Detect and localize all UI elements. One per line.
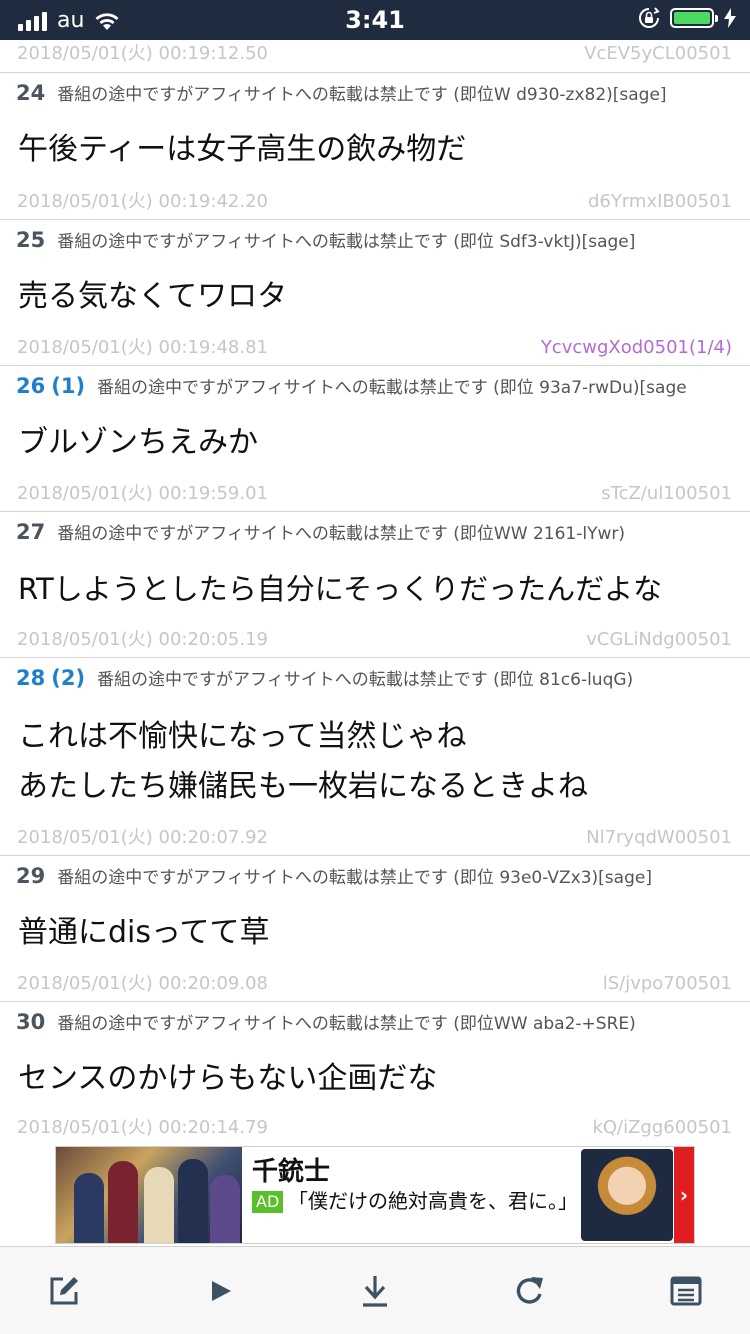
post-number[interactable]: 24	[16, 81, 45, 105]
post-item[interactable]: 26 (1) 番組の途中ですがアフィサイトへの転載は禁止です (即位 93a7-rw…	[0, 366, 750, 512]
post-item[interactable]: 29 番組の途中ですがアフィサイトへの転載は禁止です (即位 93e0-VZx3)…	[0, 856, 750, 1002]
post-body-line: センスのかけらもない企画だな	[18, 1061, 438, 1096]
post-footer: 2018/05/01(火) 00:20:07.92 Nl7ryqdW00501	[0, 821, 750, 855]
post-header: 27 番組の途中ですがアフィサイトへの転載は禁止です (即位WW 2161-lYw…	[0, 512, 750, 552]
post-user-id[interactable]: vCGLiNdg00501	[586, 623, 732, 657]
post-footer: 2018/05/01(火) 00:19:48.81 YcvcwgXod0501(…	[0, 331, 750, 365]
post-body: ブルゾンちえみか	[0, 418, 750, 468]
post-item[interactable]: 27 番組の途中ですがアフィサイトへの転載は禁止です (即位WW 2161-lYw…	[0, 512, 750, 658]
menu-list-icon	[670, 1276, 702, 1306]
post-partial: 2018/05/01(火) 00:19:12.50 VcEV5yCL00501	[0, 40, 750, 73]
ad-tagline: 「僕だけの絶対高貴を、君に。」	[288, 1189, 578, 1213]
compose-button[interactable]	[44, 1271, 84, 1311]
post-body-line: あたしたち嫌儲民も一枚岩になるときよね	[18, 769, 588, 804]
post-author-name: 番組の途中ですがアフィサイトへの転載は禁止です (即位 93e0-VZx3)[s…	[57, 868, 652, 888]
post-author-name: 番組の途中ですがアフィサイトへの転載は禁止です (即位WW aba2-+SRE)	[57, 1014, 636, 1034]
post-body: 午後ティーは女子高生の飲み物だ	[0, 125, 750, 175]
post-item[interactable]: 25 番組の途中ですがアフィサイトへの転載は禁止です (即位 Sdf3-vktJ)…	[0, 220, 750, 366]
post-user-id[interactable]: d6YrmxIB00501	[588, 185, 732, 219]
menu-list-button[interactable]	[666, 1271, 706, 1311]
status-right	[638, 7, 736, 29]
bottom-toolbar	[0, 1246, 750, 1334]
post-author-name: 番組の途中ですがアフィサイトへの転載は禁止です (即位 81c6-luqG)	[97, 670, 634, 690]
post-footer: 2018/05/01(火) 00:20:09.08 lS/jvpo700501	[0, 967, 750, 1001]
post-item[interactable]: 28 (2) 番組の途中ですがアフィサイトへの転載は禁止です (即位 81c6-lu…	[0, 658, 750, 856]
post-header: 30 番組の途中ですがアフィサイトへの転載は禁止です (即位WW aba2-+SR…	[0, 1002, 750, 1042]
post-date: 2018/05/01(火) 00:20:09.08	[17, 973, 268, 994]
post-date: 2018/05/01(火) 00:20:14.79	[17, 1117, 268, 1138]
post-footer: 2018/05/01(火) 00:20:14.79 kQ/iZgg600501	[0, 1111, 750, 1145]
post-item[interactable]: 30 番組の途中ですがアフィサイトへの転載は禁止です (即位WW aba2-+SR…	[0, 1002, 750, 1145]
post-body: これは不愉快になって当然じゃね あたしたち嫌儲民も一枚岩になるときよね	[0, 712, 750, 812]
post-footer: 2018/05/01(火) 00:20:05.19 vCGLiNdg00501	[0, 623, 750, 657]
post-date: 2018/05/01(火) 00:19:59.01	[17, 483, 268, 504]
reply-count[interactable]: (1)	[51, 374, 85, 398]
battery-icon	[670, 8, 718, 28]
post-author-name: 番組の途中ですがアフィサイトへの転載は禁止です (即位WW 2161-lYwr)	[57, 524, 625, 544]
status-bar: au 3:41	[0, 0, 750, 40]
play-icon	[212, 1281, 231, 1301]
post-footer: 2018/05/01(火) 00:19:42.20 d6YrmxIB00501	[0, 185, 750, 219]
post-date: 2018/05/01(火) 00:20:05.19	[17, 629, 268, 650]
post-body: 売る気なくてワロタ	[0, 272, 750, 322]
ad-title: 千銃士	[252, 1157, 331, 1187]
post-body-line: 普通にdisってて草	[18, 915, 270, 950]
play-button[interactable]	[201, 1271, 241, 1311]
post-author-name: 番組の途中ですがアフィサイトへの転載は禁止です (即位W d930-zx82)[…	[57, 85, 667, 105]
post-body-line: RTしようとしたら自分にそっくりだったんだよな	[18, 572, 663, 606]
reload-button[interactable]	[510, 1271, 550, 1311]
post-user-id[interactable]: sTcZ/ul100501	[601, 477, 732, 511]
post-date: 2018/05/01(火) 00:19:48.81	[17, 337, 268, 358]
post-number[interactable]: 29	[16, 864, 45, 888]
charging-bolt-icon	[724, 8, 736, 28]
post-header: 25 番組の途中ですがアフィサイトへの転載は禁止です (即位 Sdf3-vktJ)…	[0, 220, 750, 260]
post-footer: 2018/05/01(火) 00:19:59.01 sTcZ/ul100501	[0, 477, 750, 511]
post-header: 24 番組の途中ですがアフィサイトへの転載は禁止です (即位W d930-zx82…	[0, 73, 750, 113]
rotation-lock-icon	[639, 7, 660, 28]
post-body-line: 午後ティーは女子高生の飲み物だ	[18, 132, 467, 167]
post-body: RTしようとしたら自分にそっくりだったんだよな	[0, 564, 750, 614]
post-user-id[interactable]: VcEV5yCL00501	[584, 40, 732, 69]
ad-game-artwork	[56, 1147, 242, 1243]
download-icon	[363, 1276, 387, 1307]
post-footer: 2018/05/01(火) 00:19:12.50 VcEV5yCL00501	[0, 40, 750, 72]
post-body: 普通にdisってて草	[0, 908, 750, 958]
post-author-name: 番組の途中ですがアフィサイトへの転載は禁止です (即位 93a7-rwDu)[s…	[97, 378, 687, 398]
post-date: 2018/05/01(火) 00:20:07.92	[17, 827, 268, 848]
post-header: 29 番組の途中ですがアフィサイトへの転載は禁止です (即位 93e0-VZx3)…	[0, 856, 750, 896]
compose-icon	[50, 1277, 78, 1305]
thread-post-list[interactable]: 2018/05/01(火) 00:19:12.50 VcEV5yCL00501 …	[0, 40, 750, 1145]
ad-character-portrait	[581, 1149, 673, 1241]
post-number[interactable]: 27	[16, 520, 45, 544]
post-user-id[interactable]: Nl7ryqdW00501	[586, 821, 732, 855]
post-number[interactable]: 30	[16, 1010, 45, 1034]
post-header: 28 (2) 番組の途中ですがアフィサイトへの転載は禁止です (即位 81c6-lu…	[0, 658, 750, 698]
post-number[interactable]: 25	[16, 228, 45, 252]
ad-arrow-icon[interactable]: ›	[674, 1147, 694, 1243]
post-user-id[interactable]: lS/jvpo700501	[603, 967, 732, 1001]
download-button[interactable]	[355, 1271, 395, 1311]
post-number[interactable]: 26	[16, 374, 45, 398]
post-body-line: これは不愉快になって当然じゃね	[18, 719, 467, 754]
reply-count[interactable]: (2)	[51, 666, 85, 690]
post-date: 2018/05/01(火) 00:19:42.20	[17, 191, 268, 212]
post-number[interactable]: 28	[16, 666, 45, 690]
post-header: 26 (1) 番組の途中ですがアフィサイトへの転載は禁止です (即位 93a7-rw…	[0, 366, 750, 406]
ad-banner[interactable]: 千銃士 AD 「僕だけの絶対高貴を、君に。」 ›	[55, 1146, 695, 1244]
post-body: センスのかけらもない企画だな	[0, 1054, 750, 1104]
post-body-line: ブルゾンちえみか	[18, 425, 258, 460]
reload-icon	[516, 1277, 543, 1304]
post-user-id[interactable]: YcvcwgXod0501(1/4)	[541, 331, 732, 365]
post-body-line: 売る気なくてワロタ	[18, 279, 288, 314]
post-item[interactable]: 24 番組の途中ですがアフィサイトへの転載は禁止です (即位W d930-zx82…	[0, 73, 750, 220]
post-author-name: 番組の途中ですがアフィサイトへの転載は禁止です (即位 Sdf3-vktJ)[s…	[57, 232, 636, 252]
post-date: 2018/05/01(火) 00:19:12.50	[17, 43, 268, 64]
post-user-id[interactable]: kQ/iZgg600501	[592, 1111, 732, 1145]
